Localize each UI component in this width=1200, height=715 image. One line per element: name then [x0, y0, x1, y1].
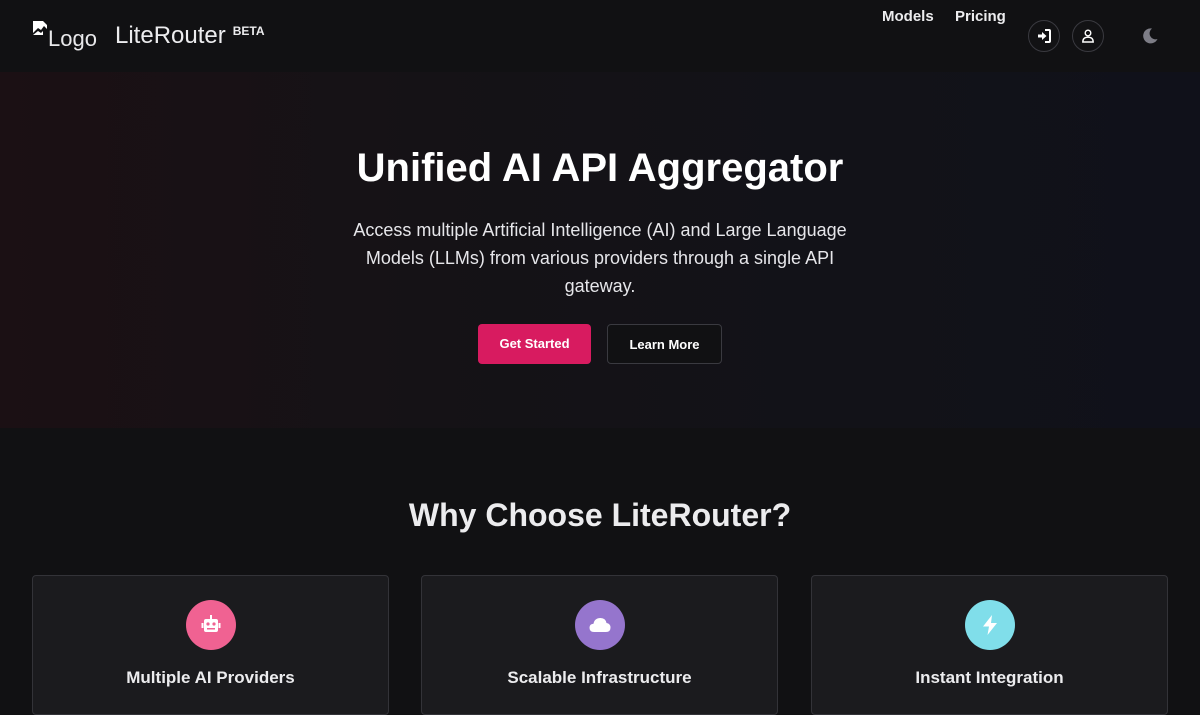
- get-started-button[interactable]: Get Started: [478, 324, 591, 364]
- feature-icon-circle: [186, 600, 236, 650]
- cloud-icon: [589, 618, 611, 632]
- bolt-icon: [983, 615, 997, 635]
- hero-section: Unified AI API Aggregator Access multipl…: [0, 72, 1200, 428]
- beta-badge: BETA: [232, 24, 265, 38]
- brand-link[interactable]: Logo LiteRouter BETA: [32, 19, 265, 53]
- theme-toggle-button[interactable]: [1136, 22, 1164, 50]
- user-icon: [1082, 29, 1094, 43]
- site-header: Logo LiteRouter BETA Models Pricing: [0, 0, 1200, 72]
- broken-image-icon: [33, 21, 47, 35]
- feature-icon-circle: [575, 600, 625, 650]
- feature-title: Instant Integration: [915, 668, 1064, 687]
- nav-pricing[interactable]: Pricing: [955, 8, 1006, 25]
- logo-alt-text: Logo: [48, 26, 97, 51]
- feature-title: Multiple AI Providers: [126, 668, 295, 687]
- login-icon: [1038, 29, 1051, 43]
- features-title: Why Choose LiteRouter?: [408, 497, 792, 533]
- learn-more-button[interactable]: Learn More: [607, 324, 722, 364]
- hero-subtitle: Access multiple Artificial Intelligence …: [353, 220, 847, 296]
- logo-image: Logo: [32, 19, 108, 51]
- feature-card: Multiple AI Providers: [32, 575, 389, 715]
- brand-name: LiteRouter: [115, 22, 226, 49]
- account-button[interactable]: [1072, 20, 1104, 52]
- hero-title: Unified AI API Aggregator: [356, 146, 844, 190]
- moon-icon: [1143, 28, 1158, 44]
- robot-icon: [201, 615, 221, 632]
- feature-card: Scalable Infrastructure: [421, 575, 778, 715]
- nav-models[interactable]: Models: [882, 8, 934, 25]
- feature-icon-circle: [965, 600, 1015, 650]
- feature-card: Instant Integration: [811, 575, 1168, 715]
- feature-title: Scalable Infrastructure: [507, 668, 692, 687]
- login-button[interactable]: [1028, 20, 1060, 52]
